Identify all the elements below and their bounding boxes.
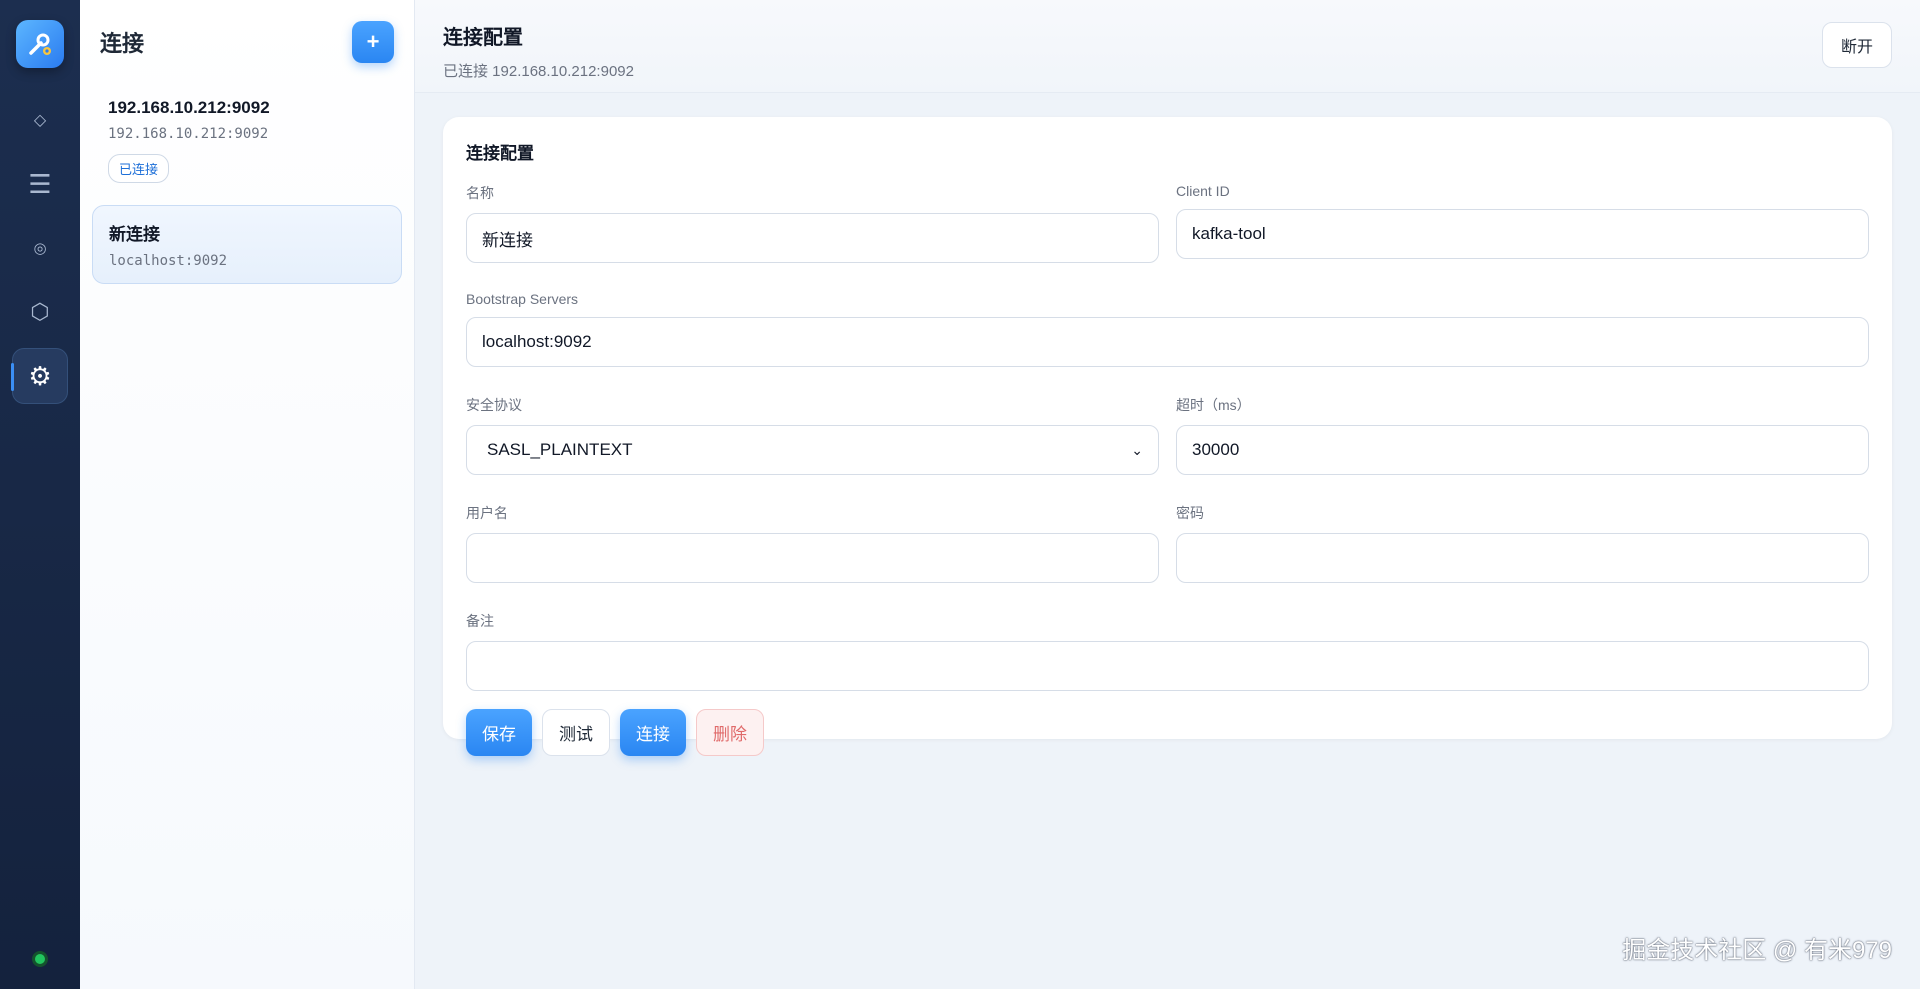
notes-field-group: 备注 [466, 611, 1869, 691]
connection-list-title: 连接 [100, 31, 145, 56]
connection-item[interactable]: 192.168.10.212:9092 192.168.10.212:9092 … [92, 84, 402, 197]
protocol-label: 安全协议 [466, 397, 522, 413]
disconnect-button[interactable]: 断开 [1822, 22, 1892, 68]
security-protocol-select[interactable]: SASL_PLAINTEXT ⌄ [466, 425, 1159, 475]
timeout-field-group: 超时（ms） 30000 [1176, 395, 1869, 475]
form-row: 备注 [466, 611, 1869, 691]
connection-list-panel: 连接 + 192.168.10.212:9092 192.168.10.212:… [80, 0, 415, 989]
gear-icon: ⚙ [28, 360, 52, 391]
delete-button[interactable]: 删除 [696, 709, 764, 756]
client-id-label: Client ID [1176, 183, 1230, 199]
page-subtitle: 已连接 192.168.10.212:9092 [443, 63, 634, 80]
protocol-value: SASL_PLAINTEXT [487, 440, 633, 459]
client-id-field-group: Client ID kafka-tool [1176, 183, 1869, 263]
password-label: 密码 [1176, 505, 1204, 521]
wrench-gear-icon [29, 33, 51, 55]
connection-list-header: 连接 + [80, 0, 414, 84]
form-title: 连接配置 [466, 144, 534, 163]
form-row: 用户名 密码 [466, 503, 1869, 583]
nav-hexagon[interactable]: ⬡ [12, 284, 68, 340]
nav-menu[interactable]: ☰ [12, 156, 68, 212]
protocol-field-group: 安全协议 SASL_PLAINTEXT ⌄ [466, 395, 1159, 475]
save-button[interactable]: 保存 [466, 709, 532, 756]
chevron-down-icon: ⌄ [1131, 441, 1143, 458]
name-label: 名称 [466, 185, 494, 201]
nav-diamond[interactable]: ◇ [12, 92, 68, 148]
hexagon-icon: ⬡ [30, 299, 50, 324]
form-actions: 保存 测试 连接 删除 [466, 709, 1869, 756]
page-title: 连接配置 [443, 27, 523, 49]
bootstrap-servers-input[interactable]: localhost:9092 [466, 317, 1869, 367]
test-button[interactable]: 测试 [542, 709, 610, 756]
connection-address: 192.168.10.212:9092 [108, 126, 269, 142]
password-input[interactable] [1176, 533, 1869, 583]
icon-rail: ◇ ☰ ◎ ⬡ ⚙ [0, 0, 80, 989]
add-connection-button[interactable]: + [352, 21, 394, 63]
connect-button[interactable]: 连接 [620, 709, 686, 756]
name-field-group: 名称 新连接 [466, 183, 1159, 263]
bootstrap-field-group: Bootstrap Servers localhost:9092 [466, 291, 1869, 367]
main-area: 连接配置 已连接 192.168.10.212:9092 断开 连接配置 名称 … [415, 0, 1920, 989]
connected-badge: 已连接 [108, 154, 170, 183]
username-label: 用户名 [466, 505, 508, 521]
name-input[interactable]: 新连接 [466, 213, 1159, 263]
timeout-label: 超时（ms） [1176, 397, 1251, 413]
connection-name: 192.168.10.212:9092 [108, 98, 270, 117]
connection-address: localhost:9092 [109, 253, 228, 269]
notes-label: 备注 [466, 613, 494, 629]
main-header: 连接配置 已连接 192.168.10.212:9092 断开 [415, 0, 1920, 93]
bootstrap-label: Bootstrap Servers [466, 291, 579, 307]
form-row: 名称 新连接 Client ID kafka-tool [466, 183, 1869, 263]
diamond-icon: ◇ [33, 112, 47, 129]
watermark: 掘金技术社区 @ 有米979 [1622, 937, 1892, 964]
username-input[interactable] [466, 533, 1159, 583]
timeout-input[interactable]: 30000 [1176, 425, 1869, 475]
password-field-group: 密码 [1176, 503, 1869, 583]
menu-icon: ☰ [28, 168, 52, 199]
target-icon: ◎ [33, 240, 47, 257]
nav-settings[interactable]: ⚙ [11, 348, 68, 404]
connection-item-selected[interactable]: 新连接 localhost:9092 [92, 205, 402, 284]
rail-nav: ◇ ☰ ◎ ⬡ ⚙ [11, 88, 68, 408]
config-form-card: 连接配置 名称 新连接 Client ID kafka-tool Bootstr… [443, 117, 1892, 756]
form-row: Bootstrap Servers localhost:9092 [466, 291, 1869, 367]
connection-name: 新连接 [109, 225, 160, 244]
connection-status-dot [32, 951, 48, 967]
notes-input[interactable] [466, 641, 1869, 691]
nav-target[interactable]: ◎ [12, 220, 68, 276]
client-id-input[interactable]: kafka-tool [1176, 209, 1869, 259]
form-row: 安全协议 SASL_PLAINTEXT ⌄ 超时（ms） 30000 [466, 395, 1869, 475]
app-logo[interactable] [16, 20, 64, 68]
username-field-group: 用户名 [466, 503, 1159, 583]
